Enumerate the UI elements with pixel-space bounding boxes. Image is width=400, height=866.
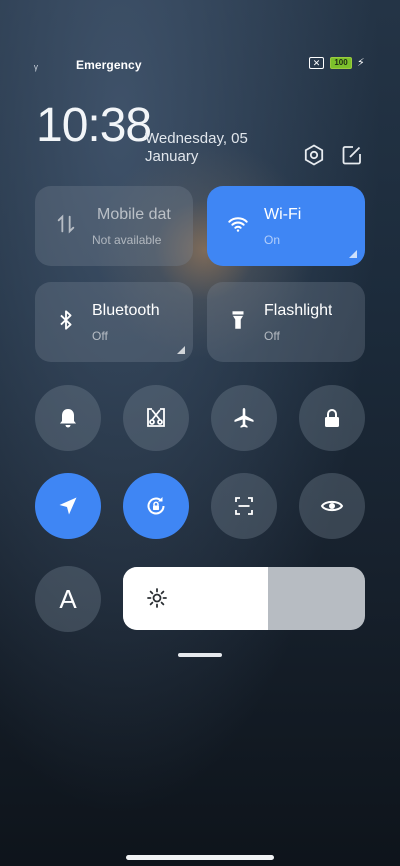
- carrier-label: Emergency: [76, 58, 142, 72]
- bluetooth-title: Bluetooth: [92, 302, 160, 319]
- eye-icon: [320, 500, 344, 512]
- bluetooth-icon: [60, 310, 72, 330]
- flashlight-subtitle: Off: [264, 329, 280, 343]
- location-icon: [59, 497, 77, 515]
- mobile-data-title: Mobile dat: [97, 206, 171, 223]
- bell-toggle[interactable]: [35, 385, 101, 451]
- lock-toggle[interactable]: [299, 385, 365, 451]
- gear-icon: [304, 144, 324, 166]
- bluetooth-tile[interactable]: Bluetooth Off: [35, 282, 193, 362]
- date-line-2: January: [145, 148, 199, 165]
- airplane-toggle[interactable]: [211, 385, 277, 451]
- scanner-icon: [235, 497, 253, 515]
- expand-indicator-icon: [349, 250, 357, 258]
- airplane-icon: [234, 408, 254, 428]
- battery-icon: 100: [330, 57, 352, 69]
- edit-button[interactable]: [340, 143, 364, 167]
- mobile-data-subtitle: Not available: [92, 233, 162, 247]
- screenshot-toggle[interactable]: [123, 385, 189, 451]
- bluetooth-subtitle: Off: [92, 329, 108, 343]
- brightness-slider[interactable]: [123, 567, 365, 630]
- lock-icon: [325, 409, 339, 427]
- edit-icon: [342, 146, 361, 165]
- flashlight-tile[interactable]: Flashlight Off: [207, 282, 365, 362]
- flashlight-icon: [232, 311, 244, 329]
- rotation-lock-toggle[interactable]: [123, 473, 189, 539]
- wifi-icon: [228, 217, 248, 232]
- bell-icon: [60, 409, 76, 428]
- sun-icon: [147, 588, 167, 608]
- auto-brightness-label: A: [59, 583, 77, 614]
- location-toggle[interactable]: [35, 473, 101, 539]
- expand-indicator-icon: [177, 346, 185, 354]
- clock[interactable]: 10:38: [36, 98, 152, 153]
- charging-icon: ⚡: [357, 57, 365, 69]
- reading-mode-toggle[interactable]: [299, 473, 365, 539]
- home-indicator[interactable]: [126, 855, 274, 860]
- mobile-data-tile[interactable]: Mobile dat Not available: [35, 186, 193, 266]
- settings-button[interactable]: [302, 143, 326, 167]
- wifi-subtitle: On: [264, 233, 281, 247]
- rotation-lock-icon: [147, 497, 165, 515]
- screenshot-icon: [147, 408, 165, 427]
- drag-handle[interactable]: [178, 653, 222, 657]
- signal-icon: ᵧ: [34, 58, 38, 72]
- mobile-data-icon: [57, 214, 75, 234]
- wifi-title: Wi-Fi: [264, 206, 302, 223]
- flashlight-title: Flashlight: [264, 302, 333, 319]
- date[interactable]: Wednesday, 05 January: [145, 130, 275, 166]
- no-sim-icon: ✕: [309, 57, 324, 69]
- date-line-1: Wednesday, 05: [145, 130, 248, 147]
- wifi-tile[interactable]: Wi-Fi On: [207, 186, 365, 266]
- status-bar: ᵧ Emergency ✕ 100 ⚡: [0, 55, 400, 75]
- scanner-toggle[interactable]: [211, 473, 277, 539]
- auto-brightness-toggle[interactable]: A: [35, 566, 101, 632]
